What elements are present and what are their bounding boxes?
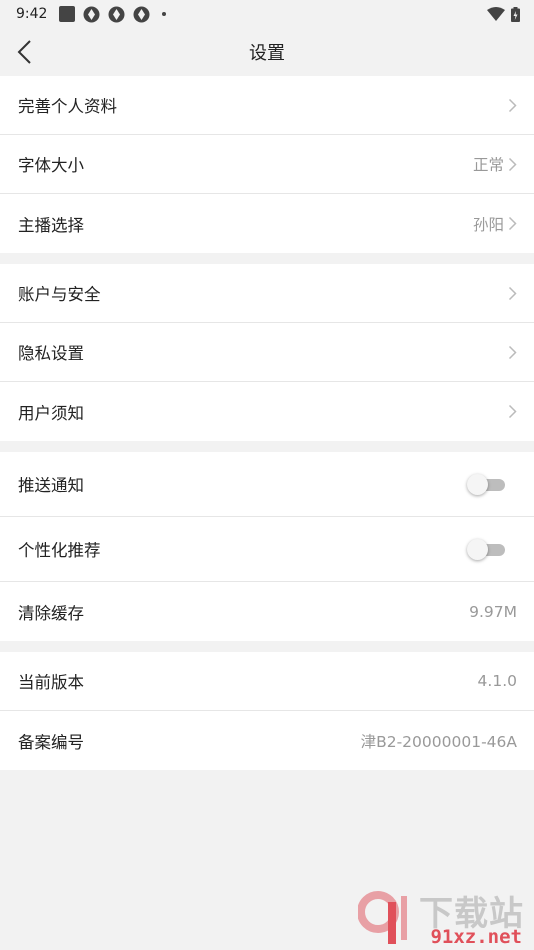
row-right — [508, 345, 517, 360]
row-right: 9.97M — [469, 603, 517, 621]
battery-icon — [511, 6, 520, 22]
settings-row-personalized-recommendations: 个性化推荐 — [0, 517, 534, 582]
settings-row-privacy[interactable]: 隐私设置 — [0, 323, 534, 382]
chevron-right-icon — [508, 404, 517, 419]
status-time: 9:42 — [16, 6, 48, 22]
row-label: 字体大小 — [18, 156, 84, 175]
chevron-right-icon — [508, 216, 517, 231]
notification-icon — [83, 6, 100, 22]
toggle-knob — [467, 474, 488, 495]
status-right — [487, 6, 520, 22]
page-title: 设置 — [249, 43, 285, 64]
wifi-icon — [487, 7, 505, 21]
status-left: 9:42 — [16, 6, 167, 23]
settings-group-profile: 完善个人资料 字体大小 正常 主播选择 孙阳 — [0, 76, 534, 253]
chevron-right-icon — [508, 286, 517, 300]
settings-group-account: 账户与安全 隐私设置 用户须知 — [0, 264, 534, 441]
row-right: 津B2-20000001-46A — [361, 730, 517, 752]
row-label: 隐私设置 — [18, 344, 84, 363]
settings-group-about: 当前版本 4.1.0 备案编号 津B2-20000001-46A — [0, 652, 534, 770]
row-right — [508, 98, 517, 113]
chevron-right-icon — [508, 98, 517, 112]
row-label: 清除缓存 — [18, 603, 84, 623]
settings-row-version[interactable]: 当前版本 4.1.0 — [0, 652, 534, 711]
settings-row-push-notifications: 推送通知 — [0, 452, 534, 517]
chevron-right-icon — [508, 157, 517, 171]
watermark-logo-icon — [358, 891, 407, 944]
chevron-right-icon — [508, 345, 517, 359]
app-notification-icon — [59, 6, 76, 22]
row-label: 当前版本 — [18, 673, 84, 692]
row-right — [508, 404, 517, 419]
icp-number-value: 津B2-20000001-46A — [360, 732, 517, 751]
personalized-recommendations-toggle[interactable] — [467, 538, 505, 560]
status-bar: 9:42 — [0, 0, 534, 28]
anchor-value: 孙阳 — [472, 215, 504, 234]
settings-row-anchor-select[interactable]: 主播选择 孙阳 — [0, 194, 534, 253]
settings-row-clear-cache[interactable]: 清除缓存 9.97M — [0, 582, 534, 641]
row-label: 完善个人资料 — [18, 97, 117, 116]
row-label: 推送通知 — [18, 476, 84, 495]
notification-icon — [133, 6, 150, 22]
more-notifications-icon — [162, 12, 167, 16]
row-label: 主播选择 — [18, 215, 84, 235]
toggle-knob — [467, 539, 488, 560]
nav-bar: 设置 — [0, 28, 534, 76]
settings-row-complete-profile[interactable]: 完善个人资料 — [0, 76, 534, 135]
push-notifications-toggle[interactable] — [467, 473, 505, 495]
row-right — [508, 286, 517, 301]
settings-row-icp-number: 备案编号 津B2-20000001-46A — [0, 711, 534, 770]
row-label: 个性化推荐 — [18, 541, 101, 560]
row-label: 用户须知 — [18, 403, 84, 423]
watermark-site: 91xz.net — [430, 926, 522, 948]
notification-icon — [108, 6, 125, 22]
settings-row-user-notice[interactable]: 用户须知 — [0, 382, 534, 441]
row-label: 备案编号 — [18, 732, 84, 752]
back-icon[interactable] — [14, 38, 38, 66]
settings-row-font-size[interactable]: 字体大小 正常 — [0, 135, 534, 194]
font-size-value: 正常 — [472, 156, 504, 174]
row-right: 4.1.0 — [478, 672, 517, 690]
settings-row-account-security[interactable]: 账户与安全 — [0, 264, 534, 323]
row-right: 正常 — [473, 153, 517, 175]
cache-size-value: 9.97M — [469, 602, 517, 621]
watermark: 下载站 91xz.net — [356, 886, 528, 948]
settings-group-notifications: 推送通知 个性化推荐 清除缓存 9.97M — [0, 452, 534, 641]
row-right: 孙阳 — [473, 213, 517, 235]
row-label: 账户与安全 — [18, 285, 101, 304]
version-value: 4.1.0 — [477, 672, 517, 690]
